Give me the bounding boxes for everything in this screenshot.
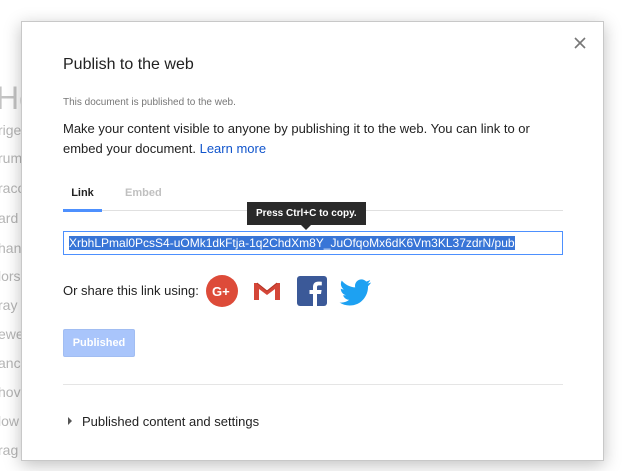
gmail-icon[interactable] [251,275,283,307]
close-icon[interactable] [573,36,587,50]
publish-link-text: XrbhLPmal0PcsS4-uOMk1dkFtja-1q2ChdXm8Y_J… [69,236,515,250]
background-line: rag [0,442,19,458]
publish-link-field[interactable]: XrbhLPmal0PcsS4-uOMk1dkFtja-1q2ChdXm8Y_J… [63,231,563,255]
publish-dialog: Publish to the web This document is publ… [21,21,604,461]
tab-embed[interactable]: Embed [125,187,162,199]
published-settings-expander[interactable]: Published content and settings [68,414,259,429]
tab-link[interactable]: Link [63,187,102,212]
dialog-description: Make your content visible to anyone by p… [63,119,563,159]
publish-status: This document is published to the web. [63,97,236,108]
background-heading: Ho [0,80,22,116]
published-button[interactable]: Published [63,329,135,357]
background-line: anc [0,355,21,371]
svg-text:G+: G+ [212,284,230,299]
facebook-icon[interactable] [296,275,328,307]
expander-label: Published content and settings [82,414,260,429]
google-plus-icon[interactable]: G+ [206,275,238,307]
dialog-title: Publish to the web [63,56,194,73]
background-line: low [0,413,20,429]
background-line: ard [0,210,19,226]
copy-tooltip: Press Ctrl+C to copy. [247,202,366,230]
background-line: raco [0,180,22,196]
background-line: han [0,240,22,256]
background-line: lors [0,268,21,284]
background-line: hov [0,384,21,400]
background-line: rum [0,150,22,166]
background-line: rige [0,122,22,138]
share-label: Or share this link using: [63,283,199,298]
divider [63,384,563,385]
expand-triangle-icon [68,417,72,425]
learn-more-link[interactable]: Learn more [200,141,266,156]
background-line: ewe [0,326,22,342]
twitter-icon[interactable] [339,275,371,307]
background-document: Ho rige rum raco ard han lors ray ewe an… [0,0,22,471]
background-line: ray [0,297,18,313]
description-text: Make your content visible to anyone by p… [63,121,530,156]
